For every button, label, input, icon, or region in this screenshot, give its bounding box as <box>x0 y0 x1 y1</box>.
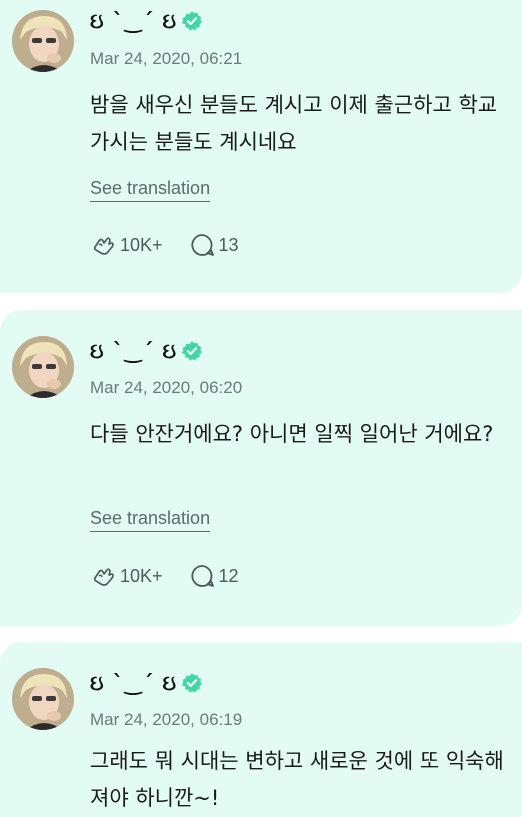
author-name[interactable]: ઇ ˋ‿ˊ ઇ <box>90 339 177 364</box>
author-name[interactable]: ઇ ˋ‿ˊ ઇ <box>90 9 177 34</box>
like-button[interactable]: 10K+ <box>90 232 163 258</box>
author-name[interactable]: ઇ ˋ‿ˊ ઇ <box>90 671 177 696</box>
reaction-heart-hand-icon <box>93 237 114 255</box>
post-actions: 10K+ 12 <box>90 563 265 589</box>
comment-count: 13 <box>218 234 239 255</box>
verified-badge-icon <box>181 341 202 361</box>
author-row: ઇ ˋ‿ˊ ઇ <box>90 670 203 696</box>
post-text: 그래도 뭐 시대는 변하고 새로운 것에 또 익숙해져야 하니깐~! <box>90 749 504 810</box>
comment-button[interactable]: 13 <box>189 232 239 258</box>
comment-bubble-icon <box>190 234 214 256</box>
avatar[interactable] <box>12 336 74 398</box>
avatar[interactable] <box>12 668 74 730</box>
reaction-heart-hand-icon <box>93 568 114 586</box>
post-card[interactable]: ઇ ˋ‿ˊ ઇ Mar 24, 2020, 06:19 그래도 뭐 시대는 변하… <box>0 642 522 817</box>
like-count: 10K+ <box>120 565 163 586</box>
comment-bubble-icon <box>190 565 214 587</box>
post-timestamp: Mar 24, 2020, 06:21 <box>90 49 243 68</box>
verified-badge-icon <box>181 11 202 31</box>
post-text: 다들 안잔거에요? 아니면 일찍 일어난 거에요? <box>90 422 494 446</box>
author-row: ઇ ˋ‿ˊ ઇ <box>90 8 203 34</box>
post-text: 밤을 새우신 분들도 계시고 이제 출근하고 학교 가시는 분들도 계시네요 <box>90 93 498 154</box>
post-timestamp: Mar 24, 2020, 06:19 <box>90 710 243 729</box>
post-timestamp: Mar 24, 2020, 06:20 <box>90 378 243 397</box>
see-translation-link[interactable]: See translation <box>90 178 211 202</box>
like-count: 10K+ <box>120 234 163 255</box>
post-actions: 10K+ 13 <box>90 232 265 258</box>
comment-count: 12 <box>218 565 239 586</box>
see-translation-link[interactable]: See translation <box>90 508 211 532</box>
author-row: ઇ ˋ‿ˊ ઇ <box>90 338 203 364</box>
post-feed: ઇ ˋ‿ˊ ઇ Mar 24, 2020, 06:21 밤을 새우신 분들도 계… <box>0 0 522 817</box>
post-card[interactable]: ઇ ˋ‿ˊ ઇ Mar 24, 2020, 06:21 밤을 새우신 분들도 계… <box>0 0 522 293</box>
post-card[interactable]: ઇ ˋ‿ˊ ઇ Mar 24, 2020, 06:20 다들 안잔거에요? 아니… <box>0 310 522 626</box>
comment-button[interactable]: 12 <box>189 563 239 589</box>
verified-badge-icon <box>181 673 202 693</box>
avatar[interactable] <box>12 10 74 72</box>
like-button[interactable]: 10K+ <box>90 563 163 589</box>
